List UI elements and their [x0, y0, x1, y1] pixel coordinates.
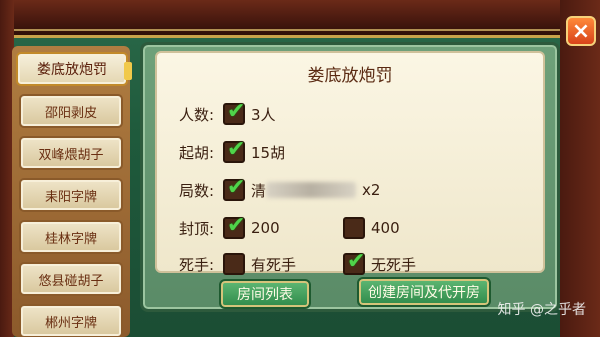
- checkbox-checked-icon[interactable]: ✔: [223, 177, 245, 201]
- sidebar-item-loudi[interactable]: 娄底放炮罚: [16, 52, 132, 86]
- top-border: [0, 0, 600, 38]
- selected-flag-icon: [124, 62, 132, 80]
- checkbox-empty-icon[interactable]: [223, 253, 245, 275]
- settings-card: 娄底放炮罚 人数: ✔ 3人 起胡: ✔ 15胡 局数: ✔ 清 x2 封顶: …: [155, 51, 545, 275]
- cap-label: 封顶:: [179, 219, 215, 238]
- qihu-option[interactable]: ✔ 15胡: [223, 139, 285, 163]
- close-icon: ×: [571, 18, 591, 44]
- sidebar-item-chenzhou[interactable]: 郴州字牌: [19, 304, 123, 337]
- panel-title: 娄底放炮罚: [307, 66, 393, 86]
- row-cap: 封顶: ✔ 200 400: [179, 215, 410, 241]
- row-qihu: 起胡: ✔ 15胡: [179, 139, 295, 165]
- players-option[interactable]: ✔ 3人: [223, 101, 276, 125]
- settings-panel: 娄底放炮罚 人数: ✔ 3人 起胡: ✔ 15胡 局数: ✔ 清 x2 封顶: …: [140, 42, 560, 312]
- game-type-sidebar: 娄底放炮罚 邵阳剥皮 双峰煨胡子 耒阳字牌 桂林字牌 悠县碰胡子 郴州字牌: [12, 46, 132, 337]
- sidebar-item-guilin[interactable]: 桂林字牌: [19, 220, 123, 254]
- checkbox-checked-icon[interactable]: ✔: [223, 215, 245, 239]
- sidebar-item-shaoyang[interactable]: 邵阳剥皮: [19, 94, 123, 128]
- checkbox-checked-icon[interactable]: ✔: [223, 101, 245, 125]
- rounds-label: 局数:: [179, 181, 215, 200]
- row-rounds: 局数: ✔ 清 x2: [179, 177, 390, 203]
- players-label: 人数:: [179, 105, 215, 124]
- checkbox-empty-icon[interactable]: [343, 217, 365, 239]
- right-border: [560, 0, 600, 337]
- row-players: 人数: ✔ 3人: [179, 101, 286, 127]
- sishou-label: 死手:: [179, 255, 215, 274]
- checkbox-checked-icon[interactable]: ✔: [223, 139, 245, 163]
- cap-option-400[interactable]: 400: [343, 217, 400, 239]
- sishou-option-yes[interactable]: 有死手: [223, 253, 333, 275]
- rounds-option[interactable]: ✔ 清 x2: [223, 177, 380, 201]
- checkbox-checked-icon[interactable]: ✔: [343, 251, 365, 275]
- sidebar-item-shuangfeng[interactable]: 双峰煨胡子: [19, 136, 123, 170]
- sishou-option-no[interactable]: ✔ 无死手: [343, 251, 416, 275]
- sidebar-item-youxian[interactable]: 悠县碰胡子: [19, 262, 123, 296]
- close-button[interactable]: ×: [566, 16, 596, 46]
- row-sishou: 死手: 有死手 ✔ 无死手: [179, 251, 426, 277]
- blurred-text: [266, 182, 357, 198]
- room-list-button[interactable]: 房间列表: [219, 279, 311, 309]
- cap-option-200[interactable]: ✔ 200: [223, 215, 333, 239]
- create-room-button[interactable]: 创建房间及代开房: [357, 277, 491, 307]
- watermark: 知乎 @之乎者: [497, 302, 586, 318]
- sidebar-item-leiyang[interactable]: 耒阳字牌: [19, 178, 123, 212]
- qihu-label: 起胡:: [179, 143, 215, 162]
